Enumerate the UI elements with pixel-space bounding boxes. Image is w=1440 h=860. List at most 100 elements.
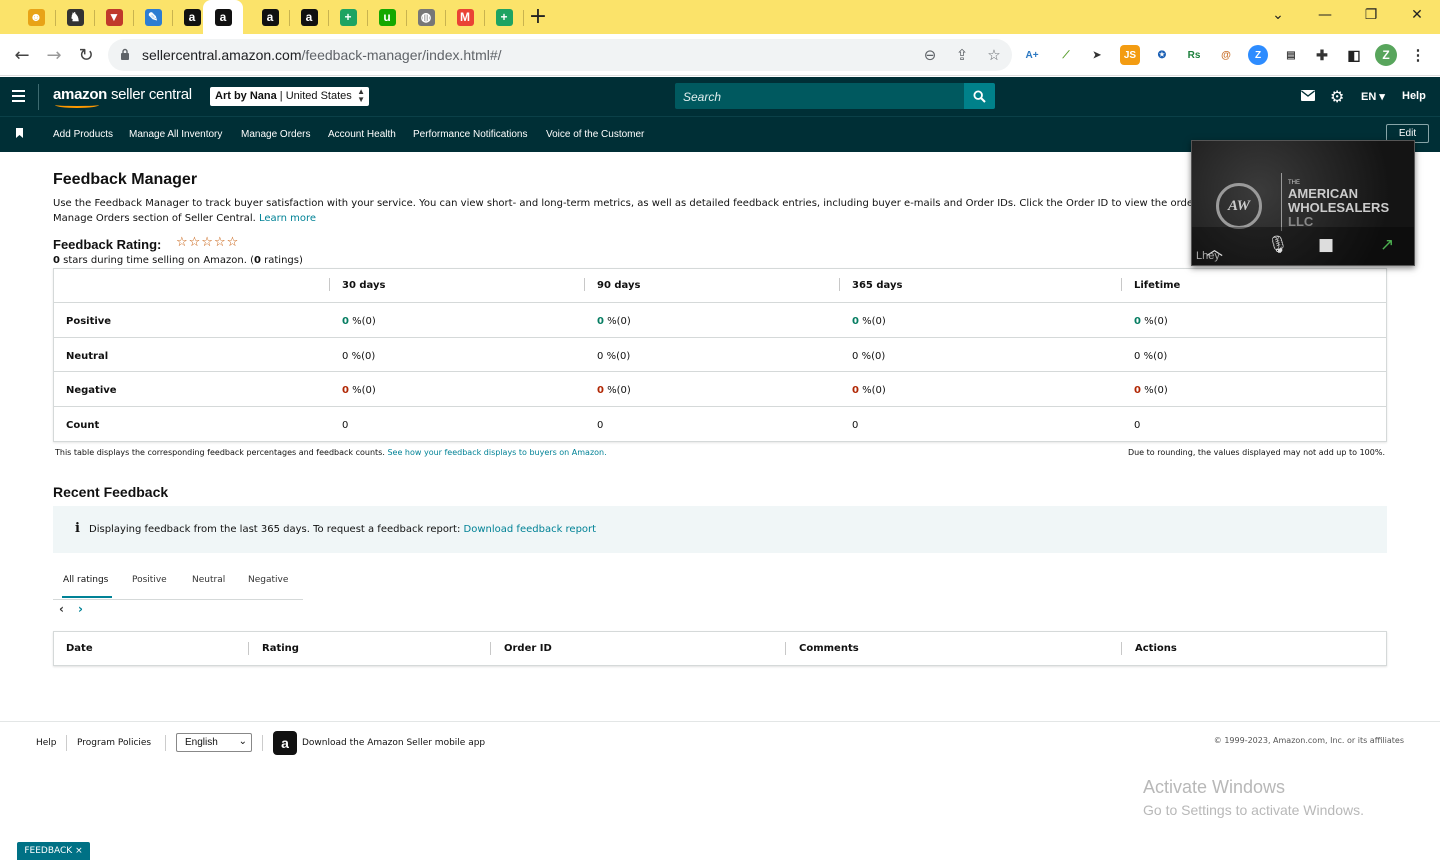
- search-button[interactable]: [964, 83, 995, 109]
- minimize-icon[interactable]: —: [1310, 4, 1340, 26]
- browser-tab[interactable]: +: [329, 4, 368, 30]
- url-text: sellercentral.amazon.com/feedback-manage…: [142, 47, 502, 63]
- nav-voice-of-the-customer[interactable]: Voice of the Customer: [546, 129, 644, 140]
- new-tab-button[interactable]: +: [527, 5, 549, 29]
- prev-page-icon[interactable]: ‹: [59, 602, 64, 616]
- header-divider: [38, 84, 39, 110]
- maximize-icon[interactable]: ❐: [1356, 4, 1386, 26]
- feedback-tab-button[interactable]: FEEDBACK ×: [17, 842, 90, 860]
- zoom-extension-icon[interactable]: Z: [1248, 45, 1268, 65]
- address-bar[interactable]: sellercentral.amazon.com/feedback-manage…: [108, 39, 1012, 71]
- col-date[interactable]: Date: [66, 643, 93, 654]
- nav-performance-notifications[interactable]: Performance Notifications: [413, 129, 528, 140]
- metrics-cell: 0 %(0): [597, 316, 631, 327]
- feedback-display-link[interactable]: See how your feedback displays to buyers…: [387, 448, 606, 457]
- active-tab-indicator: [62, 596, 112, 598]
- tab-negative[interactable]: Negative: [248, 575, 288, 585]
- bookmark-star-icon[interactable]: ☆: [984, 45, 1004, 65]
- amazon-icon: a: [300, 8, 318, 26]
- profile-avatar[interactable]: Z: [1375, 44, 1397, 66]
- video-call-overlay[interactable]: AW THE AMERICAN WHOLESALERS LLC ︿ 🎙 ■ ↗ …: [1191, 140, 1415, 266]
- metrics-cell: 0 %(0): [597, 385, 631, 396]
- browser-tab[interactable]: ▼: [95, 4, 134, 30]
- nav-add-products[interactable]: Add Products: [53, 129, 113, 140]
- rating-tabs: All ratings Positive Neutral Negative: [53, 566, 303, 600]
- js-extension-icon[interactable]: JS: [1120, 45, 1140, 65]
- amz-scout-extension-icon[interactable]: A+: [1022, 45, 1042, 65]
- tab-search-icon[interactable]: ⌄: [1263, 4, 1293, 26]
- next-page-icon[interactable]: ›: [78, 602, 83, 616]
- language-selector[interactable]: EN ▾: [1361, 90, 1385, 103]
- browser-tab[interactable]: +: [485, 4, 524, 30]
- zoom-icon[interactable]: ⊖: [920, 45, 940, 65]
- off-extension-icon[interactable]: ▤: [1281, 45, 1301, 65]
- browser-tab[interactable]: a: [290, 4, 329, 30]
- browser-tab[interactable]: a: [203, 0, 243, 34]
- metrics-cell: 0 %(0): [342, 351, 376, 362]
- orange-swirl-extension-icon[interactable]: @: [1216, 45, 1236, 65]
- footer-help-link[interactable]: Help: [36, 738, 57, 748]
- browser-tab[interactable]: ◍: [407, 4, 446, 30]
- tab-neutral[interactable]: Neutral: [192, 575, 225, 585]
- metrics-cell: 0 %(0): [1134, 351, 1168, 362]
- metrics-column-header: 30 days: [342, 280, 386, 291]
- share-screen-icon[interactable]: ↗: [1380, 235, 1394, 255]
- close-window-icon[interactable]: ✕: [1402, 4, 1432, 26]
- pencil-icon: ✎: [144, 8, 162, 26]
- reload-icon[interactable]: ↻: [74, 43, 98, 67]
- browser-tab[interactable]: a: [251, 4, 290, 30]
- microphone-icon[interactable]: 🎙: [1267, 235, 1289, 255]
- help-link[interactable]: Help: [1402, 90, 1426, 102]
- rating-summary: 0 stars during time selling on Amazon. (…: [53, 255, 303, 266]
- nav-manage-all-inventory[interactable]: Manage All Inventory: [129, 129, 222, 140]
- col-order-id[interactable]: Order ID: [504, 643, 552, 654]
- metrics-row: Neutral 0 %(0) 0 %(0) 0 %(0) 0 %(0): [54, 338, 1386, 372]
- arrow-extension-icon[interactable]: ➤: [1087, 45, 1107, 65]
- browser-tab[interactable]: ✎: [134, 4, 173, 30]
- learn-more-link[interactable]: Learn more: [259, 213, 316, 224]
- col-rating[interactable]: Rating: [262, 643, 299, 654]
- forward-icon[interactable]: →: [42, 43, 66, 67]
- info-icon: i: [75, 521, 80, 536]
- settings-gear-icon[interactable]: ⚙: [1330, 87, 1344, 106]
- side-panel-icon[interactable]: ◧: [1344, 45, 1364, 65]
- copyright-text: © 1999-2023, Amazon.com, Inc. or its aff…: [1213, 736, 1404, 745]
- metrics-header-row: 30 days 90 days 365 days Lifetime: [54, 269, 1386, 303]
- mail-icon[interactable]: [1301, 90, 1315, 101]
- nav-account-health[interactable]: Account Health: [328, 129, 396, 140]
- gear-blue-extension-icon[interactable]: ✪: [1152, 45, 1172, 65]
- metrics-row: Count 0 0 0 0: [54, 407, 1386, 442]
- col-comments[interactable]: Comments: [799, 643, 859, 654]
- browser-tab[interactable]: ♞: [56, 4, 95, 30]
- brand-line-1: AMERICAN: [1288, 186, 1359, 201]
- activate-windows-subtitle: Go to Settings to activate Windows.: [1143, 802, 1364, 818]
- amazon-app-icon[interactable]: a: [273, 731, 297, 755]
- extensions-puzzle-icon[interactable]: ✚: [1312, 45, 1332, 65]
- sheets-icon: +: [339, 8, 357, 26]
- metrics-cell: 0: [852, 420, 859, 431]
- browser-tab[interactable]: ☻: [17, 4, 56, 30]
- rs-extension-icon[interactable]: Rs: [1184, 45, 1204, 65]
- menu-dots-icon[interactable]: ⋮: [1408, 45, 1428, 65]
- nav-manage-orders[interactable]: Manage Orders: [241, 129, 310, 140]
- col-actions[interactable]: Actions: [1135, 643, 1177, 654]
- camera-icon[interactable]: ■: [1318, 235, 1334, 255]
- footer-program-policies-link[interactable]: Program Policies: [77, 738, 151, 748]
- seller-central-logo[interactable]: amazon seller central: [53, 86, 192, 108]
- share-icon[interactable]: ⇪: [952, 45, 972, 65]
- metrics-cell: 0 %(0): [852, 385, 886, 396]
- pen-extension-icon[interactable]: ⟋: [1056, 45, 1076, 65]
- tab-all-ratings[interactable]: All ratings: [63, 575, 108, 585]
- back-icon[interactable]: ←: [10, 43, 34, 67]
- browser-tab[interactable]: u: [368, 4, 407, 30]
- hamburger-menu-icon[interactable]: [12, 90, 25, 102]
- browser-tab[interactable]: M: [446, 4, 485, 30]
- store-selector[interactable]: Art by Nana | United States ▲ ▼: [210, 87, 369, 106]
- download-feedback-report-link[interactable]: Download feedback report: [464, 524, 597, 535]
- search-input[interactable]: Search: [675, 83, 964, 109]
- footer-language-select[interactable]: English ⌄: [176, 733, 252, 752]
- download-app-link[interactable]: Download the Amazon Seller mobile app: [302, 738, 485, 748]
- activate-windows-title: Activate Windows: [1143, 777, 1286, 797]
- metrics-cell: 0 %(0): [342, 316, 376, 327]
- tab-positive[interactable]: Positive: [132, 575, 167, 585]
